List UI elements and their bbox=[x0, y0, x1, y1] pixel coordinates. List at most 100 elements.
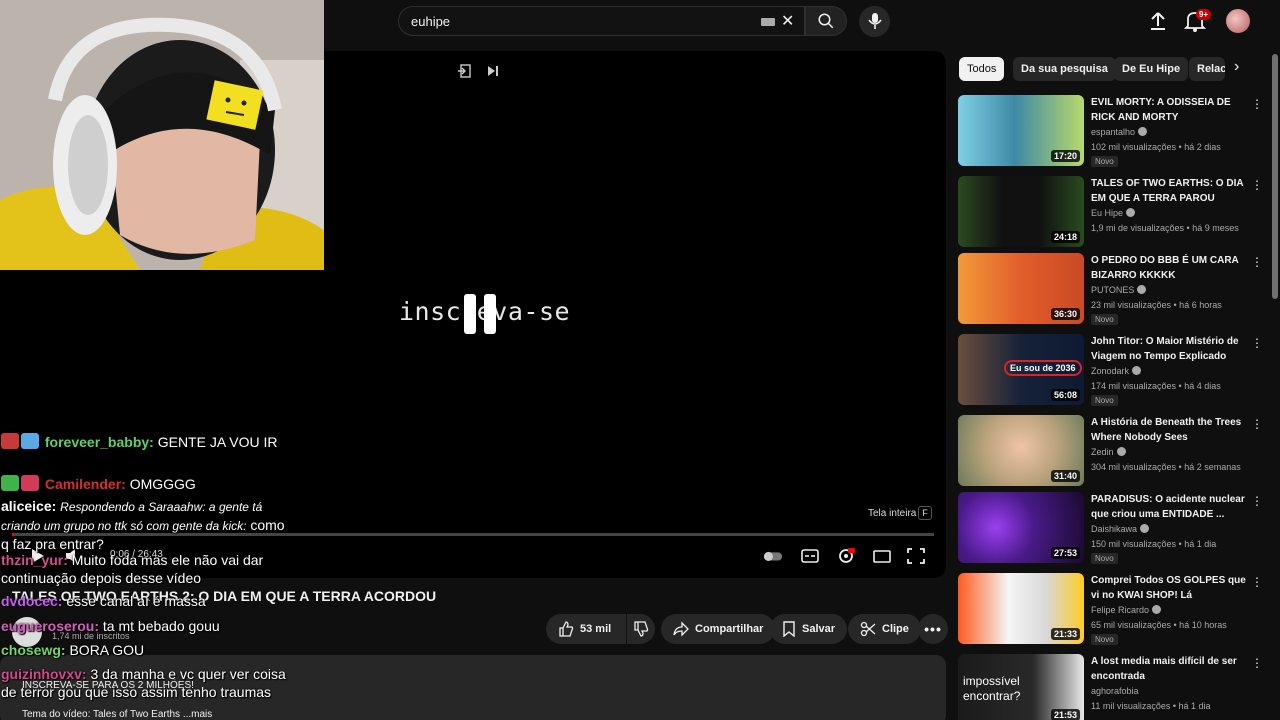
duration-label: 56:08 bbox=[1050, 389, 1080, 401]
rec-title[interactable]: TALES OF TWO EARTHS: O DIA EM QUE A TERR… bbox=[1091, 176, 1246, 206]
rec-channel[interactable]: PUTONES bbox=[1091, 285, 1147, 295]
search-button[interactable] bbox=[805, 6, 847, 36]
chip-from-search[interactable]: Da sua pesquisa bbox=[1013, 57, 1116, 81]
more-vert-icon[interactable]: ⋮ bbox=[1251, 494, 1263, 508]
rec-title[interactable]: Comprei Todos OS GOLPES que vi no KWAI S… bbox=[1091, 573, 1246, 603]
fullscreen-hint: Tela inteira bbox=[868, 508, 917, 519]
search-input[interactable]: euhipe ✕ bbox=[398, 6, 805, 36]
user-avatar[interactable] bbox=[1226, 9, 1250, 33]
upload-icon[interactable] bbox=[1146, 9, 1170, 33]
recommended-video[interactable]: 27:53 PARADISUS: O acidente nuclear que … bbox=[958, 492, 1263, 566]
heart-badge-icon bbox=[21, 475, 39, 491]
rec-title[interactable]: A História de Beneath the Trees Where No… bbox=[1091, 415, 1246, 445]
rec-channel-name: Zonodark bbox=[1091, 366, 1130, 376]
chevron-right-icon[interactable]: › bbox=[1234, 58, 1239, 76]
autoplay-toggle[interactable] bbox=[763, 547, 783, 565]
recommended-video[interactable]: impossível encontrar? 21:53 A lost media… bbox=[958, 654, 1263, 720]
chat-username: eugueroserou: bbox=[1, 618, 100, 634]
enter-icon[interactable] bbox=[455, 64, 473, 80]
chip-from-channel[interactable]: De Eu Hipe bbox=[1114, 57, 1189, 81]
chat-username: dvdocec: bbox=[1, 593, 63, 609]
rec-channel-name: Eu Hipe bbox=[1091, 208, 1124, 218]
more-vert-icon[interactable]: ⋮ bbox=[1251, 575, 1263, 589]
rec-channel[interactable]: Felipe Ricardo bbox=[1091, 605, 1162, 615]
save-button[interactable]: Salvar bbox=[770, 614, 848, 644]
video-thumbnail[interactable]: 17:20 bbox=[958, 95, 1084, 166]
chat-username: Camilender: bbox=[44, 476, 126, 492]
video-thumbnail[interactable]: 36:30 bbox=[958, 253, 1084, 324]
new-badge: Novo bbox=[1091, 634, 1118, 645]
more-vert-icon[interactable]: ⋮ bbox=[1251, 97, 1263, 111]
rec-channel[interactable]: aghorafobia bbox=[1091, 686, 1139, 696]
chat-text: ta mt bebado gouu bbox=[102, 618, 220, 634]
voice-search-button[interactable] bbox=[859, 6, 890, 37]
video-thumbnail[interactable]: 31:40 bbox=[958, 415, 1084, 486]
rec-channel-name: Zedin bbox=[1091, 447, 1114, 457]
rec-channel[interactable]: Eu Hipe bbox=[1091, 208, 1136, 218]
pause-icon-bar[interactable] bbox=[484, 294, 496, 334]
fullscreen-icon[interactable] bbox=[906, 547, 926, 565]
crown-badge-icon bbox=[21, 433, 39, 449]
like-count: 53 mil bbox=[580, 623, 612, 635]
more-vert-icon[interactable]: ⋮ bbox=[1251, 336, 1263, 350]
clear-search-icon[interactable]: ✕ bbox=[781, 11, 794, 31]
description-line-2[interactable]: Tema do vídeo: Tales of Two Earths ...ma… bbox=[22, 709, 212, 720]
subtitles-icon[interactable] bbox=[800, 547, 820, 565]
rec-channel[interactable]: Zedin bbox=[1091, 447, 1126, 457]
rec-channel[interactable]: Daishikawa bbox=[1091, 524, 1150, 534]
verified-icon bbox=[1137, 285, 1147, 294]
rec-title[interactable]: PARADISUS: O acidente nuclear que criou … bbox=[1091, 492, 1246, 522]
rec-title[interactable]: John Titor: O Maior Mistério de Viagem n… bbox=[1091, 334, 1246, 364]
chip-related[interactable]: Relacionados bbox=[1189, 57, 1225, 81]
dislike-button[interactable] bbox=[627, 614, 655, 644]
chat-username: thzin_yur: bbox=[1, 552, 68, 568]
video-thumbnail[interactable]: Eu sou de 2036 56:08 bbox=[958, 334, 1084, 405]
new-badge: Novo bbox=[1091, 553, 1118, 564]
share-button[interactable]: Compartilhar bbox=[661, 614, 776, 644]
recommended-video[interactable]: 31:40 A História de Beneath the Trees Wh… bbox=[958, 415, 1263, 489]
recommended-video[interactable]: 36:30 O PEDRO DO BBB É UM CARA BIZARRO K… bbox=[958, 253, 1263, 327]
more-vert-icon[interactable]: ⋮ bbox=[1251, 255, 1263, 269]
more-vert-icon[interactable]: ⋮ bbox=[1251, 178, 1263, 192]
like-button[interactable]: 53 mil bbox=[546, 614, 626, 644]
more-icon: ••• bbox=[924, 621, 942, 637]
chat-message: eugueroserou: ta mt bebado gouu bbox=[1, 617, 291, 635]
share-label: Compartilhar bbox=[695, 623, 764, 635]
rec-channel-name: aghorafobia bbox=[1091, 686, 1139, 696]
rec-title[interactable]: O PEDRO DO BBB É UM CARA BIZARRO KKKKK bbox=[1091, 253, 1246, 283]
rec-channel[interactable]: Zonodark bbox=[1091, 366, 1142, 376]
video-thumbnail[interactable]: 27:53 bbox=[958, 492, 1084, 563]
settings-icon[interactable] bbox=[836, 547, 856, 565]
video-thumbnail[interactable]: 21:33 bbox=[958, 573, 1084, 644]
rec-meta: 65 mil visualizações • há 10 horas bbox=[1091, 620, 1227, 630]
search-icon bbox=[818, 13, 834, 29]
skip-next-icon[interactable] bbox=[484, 64, 502, 80]
verified-icon bbox=[1152, 605, 1162, 614]
recommended-video[interactable]: 17:20 EVIL MORTY: A ODISSEIA DE RICK AND… bbox=[958, 95, 1263, 169]
recommended-video[interactable]: Eu sou de 2036 56:08 John Titor: O Maior… bbox=[958, 334, 1263, 408]
microphone-icon bbox=[868, 13, 882, 29]
more-vert-icon[interactable]: ⋮ bbox=[1251, 417, 1263, 431]
thumb-caption: impossível encontrar? bbox=[963, 674, 1021, 703]
rec-channel[interactable]: espantalho bbox=[1091, 127, 1148, 137]
rec-title[interactable]: A lost media mais difícil de ser encontr… bbox=[1091, 654, 1246, 684]
chip-all[interactable]: Todos bbox=[959, 57, 1005, 81]
sidebar-scrollbar[interactable] bbox=[1272, 54, 1278, 299]
more-actions-button[interactable]: ••• bbox=[918, 614, 948, 644]
more-vert-icon[interactable]: ⋮ bbox=[1251, 656, 1263, 670]
thumb-caption: Eu sou de 2036 bbox=[1004, 360, 1082, 376]
rec-title[interactable]: EVIL MORTY: A ODISSEIA DE RICK AND MORTY bbox=[1091, 95, 1246, 125]
new-badge: Novo bbox=[1091, 314, 1118, 325]
verified-icon bbox=[1126, 208, 1136, 217]
video-thumbnail[interactable]: impossível encontrar? 21:53 bbox=[958, 654, 1084, 720]
clip-button[interactable]: Clipe bbox=[848, 614, 921, 644]
chat-username: aliceice: bbox=[1, 498, 57, 514]
pause-icon[interactable] bbox=[464, 294, 476, 334]
theater-mode-icon[interactable] bbox=[872, 547, 892, 565]
rec-meta: 304 mil visualizações • há 2 semanas bbox=[1091, 462, 1241, 472]
keyboard-icon[interactable] bbox=[761, 18, 775, 26]
recommended-video[interactable]: 24:18 TALES OF TWO EARTHS: O DIA EM QUE … bbox=[958, 176, 1263, 250]
chat-text: BORA GOU bbox=[69, 642, 145, 658]
video-thumbnail[interactable]: 24:18 bbox=[958, 176, 1084, 247]
recommended-video[interactable]: 21:33 Comprei Todos OS GOLPES que vi no … bbox=[958, 573, 1263, 647]
